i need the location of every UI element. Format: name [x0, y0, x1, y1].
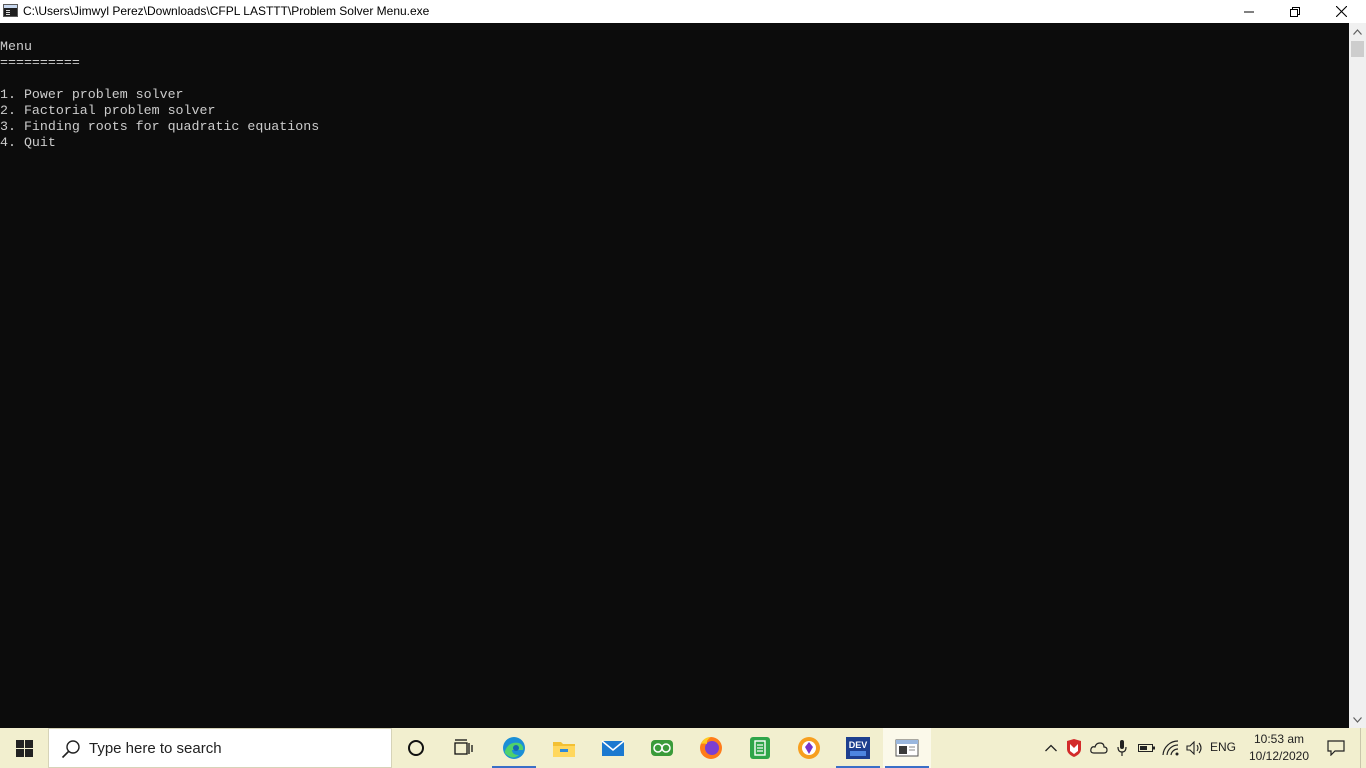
- taskbar-console-window[interactable]: [883, 728, 931, 768]
- action-center-button[interactable]: [1320, 728, 1352, 768]
- console-app-icon[interactable]: [3, 4, 18, 17]
- show-hidden-icons-button[interactable]: [1042, 728, 1060, 768]
- file-explorer-icon: [553, 742, 575, 757]
- menu-option-quadratic: 3. Finding roots for quadratic equations: [0, 119, 320, 134]
- taskbar-mail[interactable]: [589, 728, 637, 768]
- scroll-up-button[interactable]: [1349, 23, 1366, 40]
- close-icon: [1335, 6, 1347, 17]
- menu-option-factorial: 2. Factorial problem solver: [0, 103, 216, 118]
- console-output[interactable]: Menu ========== 1. Power problem solver …: [0, 23, 1349, 728]
- console-window-icon: [895, 739, 919, 757]
- tray-battery[interactable]: [1136, 728, 1158, 768]
- tray-microphone[interactable]: [1114, 728, 1130, 768]
- firefox-icon: [700, 737, 722, 759]
- svg-text:DEV: DEV: [849, 740, 868, 750]
- taskbar-firefox[interactable]: [687, 728, 735, 768]
- windows-logo-icon: [15, 739, 33, 757]
- avast-browser-icon: [798, 737, 820, 759]
- start-button[interactable]: [0, 728, 48, 768]
- title-bar[interactable]: C:\Users\Jimwyl Perez\Downloads\CFPL LAS…: [0, 0, 1366, 23]
- dev-cpp-icon: DEV: [846, 737, 870, 759]
- vertical-scrollbar[interactable]: [1349, 23, 1366, 728]
- taskbar: Type here to search DEV ENG 10:53 am 10/…: [0, 728, 1366, 768]
- tray-onedrive[interactable]: [1088, 728, 1110, 768]
- menu-option-quit: 4. Quit: [0, 135, 56, 150]
- taskbar-file-explorer[interactable]: [540, 728, 588, 768]
- taskbar-game-app[interactable]: [638, 728, 686, 768]
- tray-wifi[interactable]: [1160, 728, 1182, 768]
- microphone-icon: [1117, 740, 1127, 756]
- chevron-up-icon: [1045, 744, 1057, 752]
- scroll-thumb[interactable]: [1351, 41, 1364, 57]
- menu-option-power: 1. Power problem solver: [0, 87, 184, 102]
- clock-time: 10:53 am: [1253, 732, 1305, 746]
- close-button[interactable]: [1318, 0, 1364, 23]
- edge-icon: [503, 737, 525, 759]
- mail-icon: [601, 740, 625, 756]
- search-icon: [61, 740, 80, 759]
- taskbar-dev-cpp[interactable]: DEV: [834, 728, 882, 768]
- cortana-button[interactable]: [392, 728, 440, 768]
- notification-icon: [1327, 740, 1345, 756]
- search-placeholder: Type here to search: [89, 740, 222, 757]
- restore-icon: [1290, 6, 1300, 17]
- taskbar-evernote[interactable]: [736, 728, 784, 768]
- evernote-icon: [750, 737, 770, 759]
- taskbar-search-box[interactable]: Type here to search: [48, 728, 392, 768]
- tray-volume[interactable]: [1184, 728, 1206, 768]
- taskbar-clock[interactable]: 10:53 am 10/12/2020: [1244, 731, 1314, 765]
- show-desktop-button[interactable]: [1360, 728, 1366, 768]
- menu-heading: Menu: [0, 39, 32, 54]
- onedrive-cloud-icon: [1090, 742, 1108, 754]
- scroll-down-button[interactable]: [1349, 711, 1366, 728]
- chevron-down-icon: [1353, 716, 1362, 723]
- wifi-icon: [1162, 740, 1179, 756]
- taskbar-edge[interactable]: [490, 728, 538, 768]
- chevron-up-icon: [1353, 28, 1362, 35]
- menu-underline: ==========: [0, 55, 80, 70]
- window-title: C:\Users\Jimwyl Perez\Downloads\CFPL LAS…: [23, 4, 430, 18]
- taskbar-avast-browser[interactable]: [785, 728, 833, 768]
- restore-button[interactable]: [1272, 0, 1318, 23]
- battery-icon: [1138, 744, 1155, 752]
- input-language-indicator[interactable]: ENG: [1210, 740, 1236, 754]
- game-controller-app-icon: [651, 740, 673, 756]
- cortana-icon: [408, 740, 424, 756]
- minimize-button[interactable]: [1226, 0, 1272, 23]
- clock-date: 10/12/2020: [1248, 749, 1310, 763]
- tray-mcafee[interactable]: [1064, 728, 1084, 768]
- task-view-icon: [454, 739, 473, 755]
- task-view-button[interactable]: [440, 728, 488, 768]
- mcafee-shield-icon: [1067, 739, 1081, 757]
- minimize-icon: [1244, 11, 1254, 12]
- speaker-volume-icon: [1186, 741, 1202, 755]
